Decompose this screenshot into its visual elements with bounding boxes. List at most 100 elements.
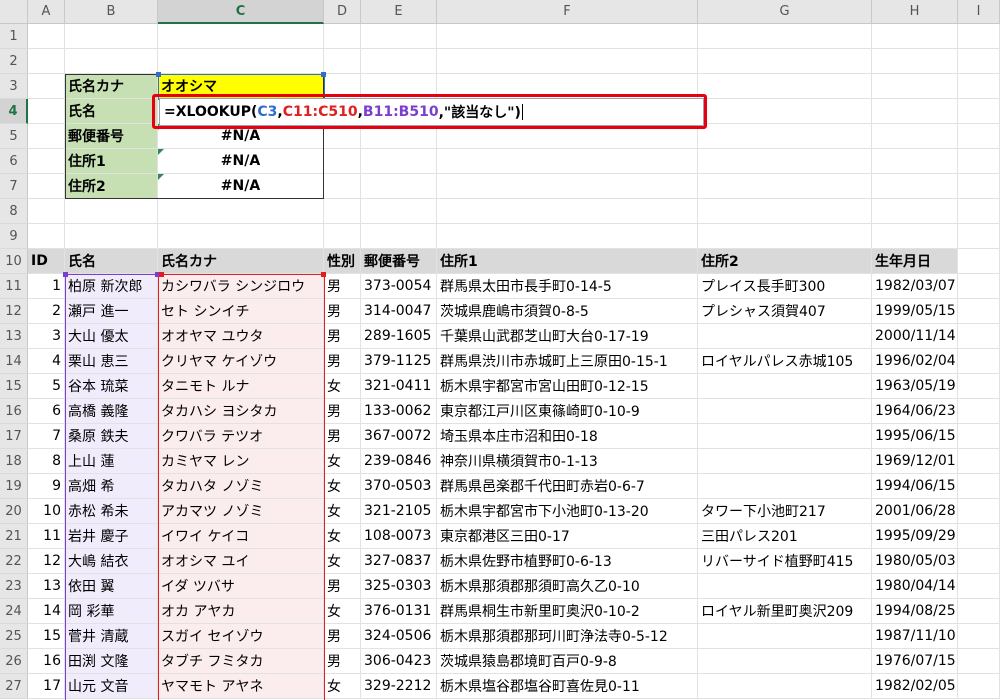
table-cell-addr1[interactable]: 群馬県邑楽郡千代田町赤岩0-6-7 — [437, 474, 698, 499]
grid-cell[interactable] — [872, 149, 958, 174]
table-cell-name[interactable]: 菅井 清蔵 — [65, 624, 158, 649]
grid-cell[interactable] — [28, 124, 65, 149]
column-header-b[interactable]: B — [65, 0, 158, 24]
grid-cell[interactable] — [28, 149, 65, 174]
table-cell-id[interactable]: 17 — [28, 674, 65, 699]
grid-cell[interactable] — [958, 299, 1000, 324]
row-header-14[interactable]: 14 — [0, 349, 28, 374]
table-cell-kana[interactable]: タブチ フミタカ — [158, 649, 324, 674]
grid-cell[interactable] — [958, 374, 1000, 399]
table-cell-addr2[interactable] — [698, 449, 872, 474]
grid-cell[interactable] — [361, 149, 437, 174]
table-cell-addr2[interactable] — [698, 624, 872, 649]
table-cell-addr2[interactable]: プレイス長手町300 — [698, 274, 872, 299]
grid-cell[interactable] — [324, 49, 361, 74]
table-cell-kana[interactable]: タカハシ ヨシタカ — [158, 399, 324, 424]
row-header-19[interactable]: 19 — [0, 474, 28, 499]
table-cell-addr2[interactable]: 三田パレス201 — [698, 524, 872, 549]
grid-cell[interactable] — [65, 224, 158, 249]
table-cell-name[interactable]: 桑原 鉄夫 — [65, 424, 158, 449]
table-cell-kana[interactable]: ヤマモト アヤネ — [158, 674, 324, 699]
table-cell-zip[interactable]: 327-0837 — [361, 549, 437, 574]
grid-cell[interactable] — [872, 224, 958, 249]
grid-cell[interactable] — [324, 24, 361, 49]
column-header-c[interactable]: C — [158, 0, 324, 24]
table-cell-id[interactable]: 2 — [28, 299, 65, 324]
table-cell-addr1[interactable]: 栃木県那須郡那須町高久乙0-10 — [437, 574, 698, 599]
column-header-h[interactable]: H — [872, 0, 958, 24]
grid-cell[interactable] — [958, 124, 1000, 149]
grid-cell[interactable] — [698, 224, 872, 249]
table-cell-zip[interactable]: 373-0054 — [361, 274, 437, 299]
grid-cell[interactable] — [361, 224, 437, 249]
row-header-5[interactable]: 5 — [0, 124, 28, 149]
table-cell-kana[interactable]: イワイ ケイコ — [158, 524, 324, 549]
column-header-f[interactable]: F — [437, 0, 698, 24]
table-cell-gender[interactable]: 女 — [324, 674, 361, 699]
row-header-12[interactable]: 12 — [0, 299, 28, 324]
table-cell-id[interactable]: 8 — [28, 449, 65, 474]
row-header-18[interactable]: 18 — [0, 449, 28, 474]
table-cell-kana[interactable]: オオシマ ユイ — [158, 549, 324, 574]
table-cell-zip[interactable]: 306-0423 — [361, 649, 437, 674]
table-cell-id[interactable]: 10 — [28, 499, 65, 524]
table-cell-birthdate[interactable]: 1996/02/04 — [872, 349, 958, 374]
table-cell-addr2[interactable] — [698, 474, 872, 499]
table-header-kana[interactable]: 氏名カナ — [158, 249, 324, 274]
grid-cell[interactable] — [958, 24, 1000, 49]
label-addr1[interactable]: 住所1 — [65, 149, 158, 174]
grid-cell[interactable] — [872, 24, 958, 49]
grid-cell[interactable] — [958, 99, 1000, 124]
table-cell-addr1[interactable]: 神奈川県横須賀市0-1-13 — [437, 449, 698, 474]
table-cell-addr1[interactable]: 東京都江戸川区東篠崎町0-10-9 — [437, 399, 698, 424]
table-cell-zip[interactable]: 376-0131 — [361, 599, 437, 624]
grid-cell[interactable] — [698, 149, 872, 174]
table-cell-gender[interactable]: 女 — [324, 524, 361, 549]
table-cell-birthdate[interactable]: 1980/04/14 — [872, 574, 958, 599]
row-header-2[interactable]: 2 — [0, 49, 28, 74]
table-cell-addr2[interactable]: リバーサイド植野町415 — [698, 549, 872, 574]
label-name[interactable]: 氏名 — [65, 99, 158, 124]
table-cell-name[interactable]: 上山 蓮 — [65, 449, 158, 474]
table-cell-id[interactable]: 9 — [28, 474, 65, 499]
table-cell-id[interactable]: 3 — [28, 324, 65, 349]
grid-cell[interactable] — [437, 199, 698, 224]
grid-cell[interactable] — [958, 649, 1000, 674]
row-header-27[interactable]: 27 — [0, 674, 28, 699]
table-cell-birthdate[interactable]: 1987/11/10 — [872, 624, 958, 649]
table-cell-addr1[interactable]: 群馬県渋川市赤城町上三原田0-15-1 — [437, 349, 698, 374]
table-cell-birthdate[interactable]: 1976/07/15 — [872, 649, 958, 674]
grid-cell[interactable] — [958, 224, 1000, 249]
row-header-20[interactable]: 20 — [0, 499, 28, 524]
table-cell-addr1[interactable]: 栃木県那須郡那珂川町浄法寺0-5-12 — [437, 624, 698, 649]
grid-cell[interactable] — [958, 49, 1000, 74]
table-cell-name[interactable]: 谷本 琉菜 — [65, 374, 158, 399]
table-cell-name[interactable]: 赤松 希未 — [65, 499, 158, 524]
grid-cell[interactable] — [28, 174, 65, 199]
row-header-7[interactable]: 7 — [0, 174, 28, 199]
grid-cell[interactable] — [324, 199, 361, 224]
grid-cell[interactable] — [28, 224, 65, 249]
grid-cell[interactable] — [158, 49, 324, 74]
table-cell-zip[interactable]: 329-2212 — [361, 674, 437, 699]
grid-cell[interactable] — [28, 49, 65, 74]
table-cell-gender[interactable]: 男 — [324, 299, 361, 324]
grid-cell[interactable] — [698, 99, 872, 124]
grid-cell[interactable] — [958, 449, 1000, 474]
table-cell-zip[interactable]: 321-2105 — [361, 499, 437, 524]
table-cell-id[interactable]: 12 — [28, 549, 65, 574]
column-header-d[interactable]: D — [324, 0, 361, 24]
row-header-25[interactable]: 25 — [0, 624, 28, 649]
table-cell-gender[interactable]: 女 — [324, 549, 361, 574]
row-header-1[interactable]: 1 — [0, 24, 28, 49]
row-header-24[interactable]: 24 — [0, 599, 28, 624]
table-cell-addr2[interactable]: プレシャス須賀407 — [698, 299, 872, 324]
table-cell-addr2[interactable] — [698, 399, 872, 424]
row-header-3[interactable]: 3 — [0, 74, 28, 99]
grid-cell[interactable] — [872, 174, 958, 199]
grid-cell[interactable] — [698, 49, 872, 74]
select-all-corner[interactable] — [0, 0, 28, 24]
table-cell-birthdate[interactable]: 1995/06/15 — [872, 424, 958, 449]
grid-cell[interactable] — [28, 74, 65, 99]
table-header-addr2[interactable]: 住所2 — [698, 249, 872, 274]
